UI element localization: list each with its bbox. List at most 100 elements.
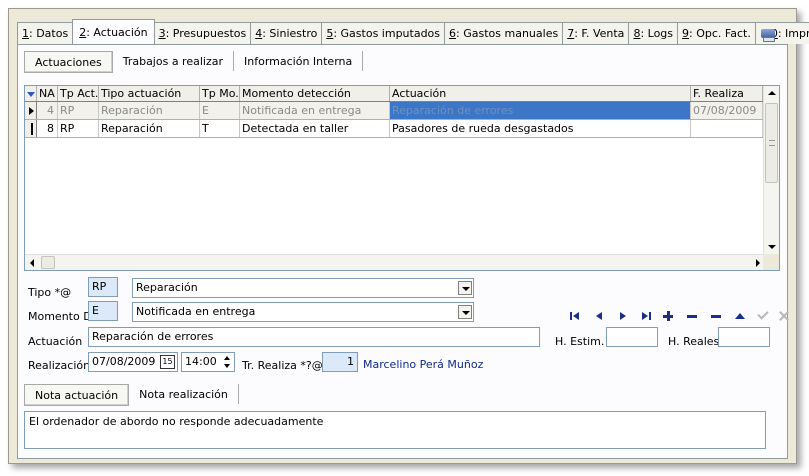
subtab-informacion-interna[interactable]: Información Interna xyxy=(234,51,364,71)
tab-opc-fact-key: 9 xyxy=(682,27,690,40)
tab-f-venta[interactable]: 7: F. Venta xyxy=(562,22,630,44)
header-momento-deteccion[interactable]: Momento detección xyxy=(240,86,390,101)
tab-presupuestos[interactable]: 3: Presupuestos xyxy=(153,22,252,44)
tipo-code-field[interactable]: RP xyxy=(88,277,118,297)
chevron-down-icon[interactable] xyxy=(458,281,472,295)
move-up-icon[interactable] xyxy=(733,309,747,323)
actuacion-input[interactable]: Reparación de errores xyxy=(88,327,540,347)
grid-horizontal-scrollbar[interactable] xyxy=(25,254,765,270)
cell-momento-deteccion[interactable]: Notificada en entrega xyxy=(240,102,390,119)
scroll-up-icon[interactable] xyxy=(768,91,776,95)
cell-tp-mo[interactable]: E xyxy=(200,102,240,119)
tipo-label: Tipo *@ xyxy=(28,286,72,299)
tab-opc-fact-label: : Opc. Fact. xyxy=(689,27,751,40)
momento-combo[interactable]: Notificada en entrega xyxy=(132,302,474,322)
hora-value: 14:00 xyxy=(185,355,217,368)
add-record-icon[interactable] xyxy=(662,309,676,323)
tab-imprimir[interactable]: 0: Imprimir xyxy=(754,22,809,44)
grip-icon xyxy=(769,140,775,146)
tab-gastos-imputados[interactable]: 5: Gastos imputados xyxy=(321,22,446,44)
subtab-actuaciones[interactable]: Actuaciones xyxy=(24,51,113,73)
cell-actuacion[interactable]: Pasadores de rueda desgastados xyxy=(390,120,691,137)
momento-code-field[interactable]: E xyxy=(88,301,118,321)
h-reales-input[interactable] xyxy=(718,327,770,347)
header-f-realiza[interactable]: F. Realiza xyxy=(691,86,763,101)
tab-datos[interactable]: 1: Datos xyxy=(17,22,74,44)
horizontal-scroll-thumb[interactable] xyxy=(41,256,55,269)
vertical-scroll-thumb[interactable] xyxy=(765,103,778,183)
tab-siniestro-key: 4 xyxy=(255,27,263,40)
cell-tipo-actuacion[interactable]: Reparación xyxy=(99,120,200,137)
tab-opc-fact[interactable]: 9: Opc. Fact. xyxy=(677,22,756,44)
table-row[interactable]: 4 RP Reparación E Notificada en entrega … xyxy=(25,102,779,120)
cell-tp-act[interactable]: RP xyxy=(58,102,99,119)
delete-record-icon[interactable] xyxy=(686,309,700,323)
tab-actuacion[interactable]: 2: Actuación xyxy=(72,19,155,44)
hora-realizacion-field[interactable]: 14:00 xyxy=(181,352,235,372)
tab-gastos-imputados-key: 5 xyxy=(326,27,334,40)
last-record-arrow xyxy=(642,312,648,320)
header-tipo-actuacion[interactable]: Tipo actuación xyxy=(99,86,200,101)
plus-v xyxy=(667,311,670,321)
calendar-icon[interactable]: 15 xyxy=(160,355,175,369)
cell-tp-mo[interactable]: T xyxy=(200,120,240,137)
scrollbar-corner xyxy=(763,254,779,270)
table-row[interactable]: 8 RP Reparación T Detectada en taller Pa… xyxy=(25,120,779,138)
cancel-icon[interactable] xyxy=(777,309,791,323)
header-na[interactable]: NA xyxy=(37,86,58,101)
header-tp-mo[interactable]: Tp Mo. xyxy=(200,86,240,101)
subtab-trabajos-a-realizar[interactable]: Trabajos a realizar xyxy=(113,51,234,71)
actuaciones-grid[interactable]: NA Tp Act. Tipo actuación Tp Mo. Momento… xyxy=(24,85,780,271)
cell-na[interactable]: 4 xyxy=(37,102,58,119)
tab-nota-realizacion[interactable]: Nota realización xyxy=(129,384,239,404)
cell-f-realiza[interactable] xyxy=(691,120,763,137)
cell-na[interactable]: 8 xyxy=(37,120,58,137)
nota-actuacion-textarea[interactable]: El ordenador de abordo no responde adecu… xyxy=(24,411,766,449)
minus-bar xyxy=(687,315,697,318)
note-tab-strip: Nota actuación Nota realización xyxy=(24,384,239,406)
scroll-left-icon[interactable] xyxy=(30,259,34,267)
tr-realiza-code-field[interactable]: 1 xyxy=(322,352,358,372)
tab-gastos-manuales-key: 6 xyxy=(449,27,457,40)
tab-nota-actuacion[interactable]: Nota actuación xyxy=(24,384,130,406)
spinner-icon[interactable] xyxy=(223,354,233,370)
tab-actuacion-label: : Actuación xyxy=(86,25,148,39)
post-check-icon[interactable] xyxy=(756,308,770,323)
grid-header: NA Tp Act. Tipo actuación Tp Mo. Momento… xyxy=(25,86,779,102)
tab-siniestro-label: : Siniestro xyxy=(262,27,318,40)
tab-gastos-manuales[interactable]: 6: Gastos manuales xyxy=(444,22,564,44)
h-reales-label: H. Reales xyxy=(668,335,720,348)
scroll-right-icon[interactable] xyxy=(756,259,760,267)
edit-bar xyxy=(711,315,721,318)
cell-actuacion-selected[interactable]: Reparación de errores xyxy=(390,102,691,119)
tipo-combo[interactable]: Reparación xyxy=(132,278,474,298)
cell-tipo-actuacion[interactable]: Reparación xyxy=(99,102,200,119)
row-indicator xyxy=(25,102,37,119)
chevron-down-icon[interactable] xyxy=(458,305,472,319)
next-record-icon[interactable] xyxy=(616,309,630,323)
cell-f-realiza[interactable]: 07/08/2009 xyxy=(691,102,763,119)
tab-logs[interactable]: 8: Logs xyxy=(628,22,679,44)
prev-record-icon[interactable] xyxy=(593,309,607,323)
first-record-icon[interactable] xyxy=(569,309,583,323)
move-up-arrow xyxy=(735,313,745,319)
filter-arrow-icon[interactable] xyxy=(27,92,35,97)
scroll-down-icon[interactable] xyxy=(768,245,776,249)
actuacion-label: Actuación xyxy=(28,335,83,348)
filter-column[interactable] xyxy=(25,86,37,101)
header-tp-act[interactable]: Tp Act. xyxy=(58,86,99,101)
tab-datos-label: : Datos xyxy=(29,27,69,40)
header-actuacion[interactable]: Actuación xyxy=(390,86,691,101)
tab-siniestro[interactable]: 4: Siniestro xyxy=(250,22,323,44)
cell-momento-deteccion[interactable]: Detectada en taller xyxy=(240,120,390,137)
tab-datos-key: 1 xyxy=(22,27,29,40)
cell-tp-act[interactable]: RP xyxy=(58,120,99,137)
fecha-realizacion-field[interactable]: 07/08/2009 15 xyxy=(88,352,178,372)
next-record-arrow xyxy=(620,312,626,320)
grid-vertical-scrollbar[interactable] xyxy=(763,86,779,254)
h-estim-input[interactable] xyxy=(606,327,658,347)
h-estim-label: H. Estim. xyxy=(555,335,605,348)
record-navigator xyxy=(558,308,789,323)
edit-record-icon[interactable] xyxy=(710,309,724,323)
last-record-icon[interactable] xyxy=(640,309,654,323)
